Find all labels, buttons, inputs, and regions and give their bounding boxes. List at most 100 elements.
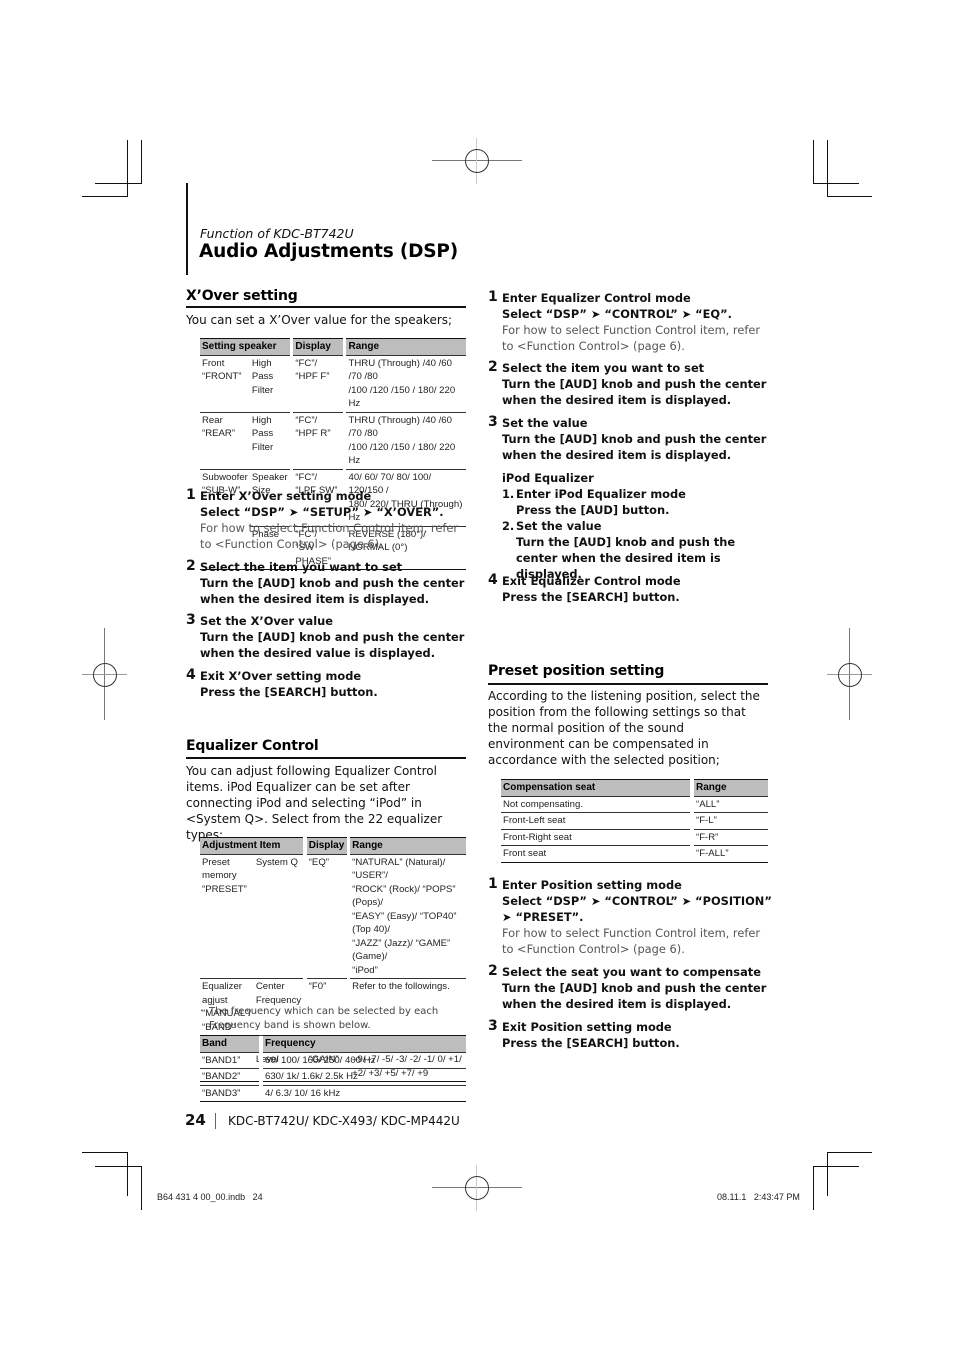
footer-models: KDC-BT742U/ KDC-X493/ KDC-MP442U: [228, 1114, 460, 1128]
band-table: Band Frequency “BAND1” 60/ 100/ 160/ 250/…: [200, 1035, 466, 1102]
table-row: “BAND3” 4/ 6.3/ 10/ 16 kHz: [200, 1084, 466, 1102]
cell-speaker: Front “FRONT”: [200, 354, 250, 412]
step-title: Set the value: [502, 416, 588, 430]
cell-band: “BAND3”: [200, 1084, 259, 1102]
table-row: Preset memory “PRESET” System Q “EQ” “NATUR…: [200, 853, 466, 979]
substep-num: 1.: [502, 487, 515, 501]
cell-range: “ALL”: [694, 795, 768, 813]
step-instruction: Select “DSP” ➤ “CONTROL” ➤ “POSITION” ➤ …: [502, 894, 772, 924]
xover-step-2: 2 Select the item you want to set Turn t…: [186, 558, 471, 607]
preset-th-seat: Compensation seat: [501, 779, 690, 796]
eq-step-3: 3 Set the value Turn the [AUD] knob and …: [488, 414, 773, 463]
cell-item: High Pass Filter: [249, 354, 290, 412]
step-title: Exit Equalizer Control mode: [502, 574, 681, 588]
cell-display: “EQ”: [306, 853, 347, 979]
equalizer-note-text: The frequency which can be selected by e…: [209, 1006, 439, 1031]
cell-item: High Pass Filter: [249, 411, 290, 469]
step-note: For how to select Function Control item,…: [502, 926, 761, 956]
eq-th-display: Display: [306, 837, 347, 854]
cell-range: “NATURAL” (Natural)/ “USER”/ “ROCK” (Roc…: [350, 853, 466, 979]
cell-frequency: 60/ 100/ 160/ 250/ 400 Hz: [263, 1051, 466, 1069]
cell-seat: Front-Right seat: [501, 828, 690, 846]
eq-th-range: Range: [350, 837, 466, 854]
step-note: For how to select Function Control item,…: [200, 521, 459, 551]
step-instruction: Turn the [AUD] knob and push the center …: [502, 981, 767, 1011]
step-instruction: Turn the [AUD] knob and push the center …: [200, 630, 465, 660]
step-title: Select the item you want to set: [502, 361, 705, 375]
step-instruction: Press the [SEARCH] button.: [200, 685, 378, 699]
table-row: “BAND1” 60/ 100/ 160/ 250/ 400 Hz: [200, 1051, 466, 1069]
slug-date: 08.11.1 2:43:47 PM: [717, 1192, 800, 1202]
step-instruction: Select “DSP” ➤ “CONTROL” ➤ “EQ”.: [502, 307, 732, 321]
eq-step-1: 1 Enter Equalizer Control mode Select “D…: [488, 289, 773, 354]
slug-file: B64 431 4 00_00.indb 24: [157, 1192, 263, 1202]
step-note: For how to select Function Control item,…: [502, 323, 761, 353]
cell-display: “FC”/ “HPF F”: [293, 354, 343, 412]
step-title: Exit X’Over setting mode: [200, 669, 362, 683]
table-row: Rear “REAR” High Pass Filter “FC”/ “HPF R”…: [200, 411, 466, 469]
substep-title: Set the value: [516, 519, 602, 533]
cell-range: “F-L”: [694, 812, 768, 829]
substep-text: Press the [AUD] button.: [516, 503, 670, 517]
table-row: “BAND2” 630/ 1k/ 1.6k/ 2.5k Hz: [200, 1068, 466, 1085]
table-row: Not compensating. “ALL”: [501, 795, 768, 813]
table-row: Front-Right seat “F-R”: [501, 828, 768, 846]
cell-item: System Q: [253, 853, 304, 979]
table-row: Front “FRONT” High Pass Filter “FC”/ “HPF …: [200, 354, 466, 412]
step-title: Enter Position setting mode: [502, 878, 682, 892]
table-row: Front seat “F-ALL”: [501, 845, 768, 863]
cell-band: “BAND2”: [200, 1068, 259, 1085]
cell-group: Preset memory “PRESET”: [200, 853, 254, 979]
step-title: Enter Equalizer Control mode: [502, 291, 691, 305]
equalizer-heading: Equalizer Control: [186, 738, 319, 754]
step-instruction: Press the [SEARCH] button.: [502, 1036, 680, 1050]
cell-display: “FC”/ “HPF R”: [293, 411, 343, 469]
cell-band: “BAND1”: [200, 1051, 259, 1069]
page-title: Audio Adjustments (DSP): [199, 241, 458, 262]
cell-seat: Front-Left seat: [501, 812, 690, 829]
xover-step-4: 4 Exit X’Over setting mode Press the [SE…: [186, 667, 471, 700]
eq-th-item: Adjustment Item: [200, 837, 304, 854]
substep-title: Enter iPod Equalizer mode: [516, 487, 686, 501]
preset-intro: According to the listening position, sel…: [488, 689, 760, 767]
step-instruction: Turn the [AUD] knob and push the center …: [200, 576, 465, 606]
step-title: Exit Position setting mode: [502, 1020, 672, 1034]
page-number: 24: [185, 1111, 206, 1129]
xover-step-1: 1 Enter X’Over setting mode Select “DSP”…: [186, 487, 471, 552]
eq-step-2: 2 Select the item you want to set Turn t…: [488, 359, 773, 408]
ipod-equalizer: iPod Equalizer 1. Enter iPod Equalizer m…: [502, 470, 772, 582]
preset-heading: Preset position setting: [488, 663, 665, 679]
step-instruction: Turn the [AUD] knob and push the center …: [502, 377, 767, 407]
function-of-label: Function of KDC-BT742U: [200, 226, 354, 241]
eq-step-4: 4 Exit Equalizer Control mode Press the …: [488, 572, 773, 605]
preset-table: Compensation seat Range Not compensating…: [501, 779, 768, 863]
preset-step-1: 1 Enter Position setting mode Select “DS…: [488, 876, 772, 956]
table-row: Front-Left seat “F-L”: [501, 812, 768, 829]
cell-frequency: 630/ 1k/ 1.6k/ 2.5k Hz: [263, 1068, 466, 1085]
xover-heading-rule: [186, 306, 466, 308]
header-vertical-rule: [186, 183, 188, 275]
step-title: Enter X’Over setting mode: [200, 489, 372, 503]
preset-heading-rule: [488, 683, 768, 685]
cell-speaker: Rear “REAR”: [200, 411, 250, 469]
equalizer-intro: You can adjust following Equalizer Contr…: [186, 764, 443, 842]
ipod-equalizer-heading: iPod Equalizer: [502, 471, 594, 485]
cell-range: “F-R”: [694, 828, 768, 846]
preset-step-2: 2 Select the seat you want to compensate…: [488, 963, 773, 1012]
step-title: Select the item you want to set: [200, 560, 403, 574]
equalizer-heading-rule: [186, 757, 466, 759]
xover-th-display: Display: [293, 338, 343, 355]
band-th-band: Band: [200, 1035, 259, 1052]
cell-seat: Front seat: [501, 845, 690, 863]
cell-range: THRU (Through) /40 /60 /70 /80 /100 /120…: [346, 411, 466, 469]
preset-step-3: 3 Exit Position setting mode Press the […: [488, 1018, 773, 1051]
substep-num: 2.: [502, 519, 515, 533]
cell-frequency: 4/ 6.3/ 10/ 16 kHz: [263, 1084, 466, 1102]
step-instruction: Turn the [AUD] knob and push the center …: [502, 432, 767, 462]
cell-range: “F-ALL”: [694, 845, 768, 863]
band-th-frequency: Frequency: [263, 1035, 466, 1052]
step-instruction: Press the [SEARCH] button.: [502, 590, 680, 604]
xover-step-3: 3 Set the X’Over value Turn the [AUD] kn…: [186, 612, 471, 661]
cell-range: THRU (Through) /40 /60 /70 /80 /100 /120…: [346, 354, 466, 412]
cell-seat: Not compensating.: [501, 795, 690, 813]
